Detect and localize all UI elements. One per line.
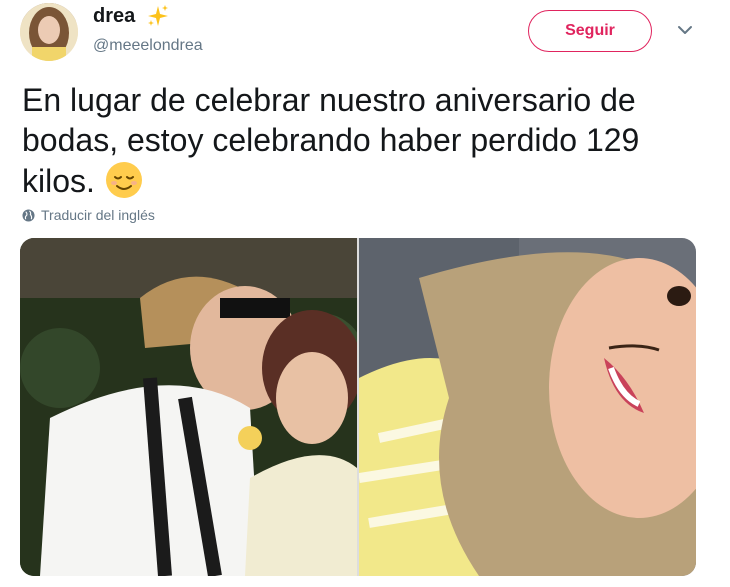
photo-selfie[interactable]: [359, 238, 696, 576]
avatar[interactable]: [20, 3, 78, 61]
author-info: drea: [93, 4, 170, 28]
globe-icon: [22, 208, 35, 222]
tweet: drea @meeelondrea Seguir En lugar de cel…: [0, 0, 730, 587]
media-grid: [20, 238, 696, 576]
tweet-text: En lugar de celebrar nuestro aniversario…: [22, 80, 702, 201]
photo-couple[interactable]: [20, 238, 357, 576]
follow-button[interactable]: Seguir: [528, 10, 652, 52]
relieved-face-emoji-icon: [104, 160, 144, 200]
chevron-down-icon[interactable]: [677, 24, 693, 36]
sparkles-icon: [146, 4, 170, 28]
user-handle[interactable]: @meeelondrea: [93, 37, 203, 55]
translate-link[interactable]: Traducir del inglés: [22, 207, 155, 223]
display-name[interactable]: drea: [93, 5, 135, 28]
translate-label: Traducir del inglés: [41, 207, 155, 223]
